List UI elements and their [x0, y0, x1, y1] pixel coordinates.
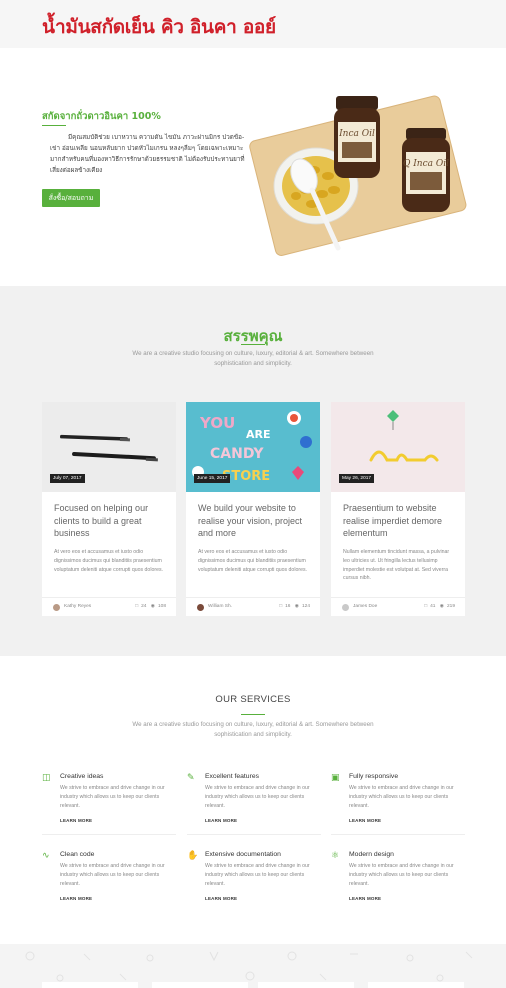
order-button[interactable]: สั่งซื้อ/สอบถาม — [42, 189, 100, 207]
card-stats: □ 24 ◉ 108 — [132, 604, 166, 609]
card-excerpt: Nullam elementum tincidunt massa, a pulv… — [343, 549, 450, 582]
features-subtitle: We are a creative studio focusing on cul… — [132, 350, 374, 367]
view-count: 108 — [157, 604, 166, 609]
pencil-icon: ✎ — [187, 772, 195, 782]
hero-underline — [42, 125, 66, 126]
services-subtitle: We are a creative studio focusing on cul… — [132, 721, 374, 738]
divider — [331, 834, 465, 835]
service-name: Modern design — [349, 851, 394, 858]
learn-more-link[interactable]: LEARN MORE — [205, 896, 237, 901]
card-date: July 07, 2017 — [50, 474, 85, 483]
eye-icon: ◉ — [439, 604, 444, 609]
learn-more-link[interactable]: LEARN MORE — [205, 818, 237, 823]
site-header: น้ำมันสกัดเย็น คิว อินคา ออย์ — [0, 0, 506, 48]
responsive-icon: ▣ — [331, 772, 340, 782]
hero-text: มีคุณสมบัติช่วย เบาหวาน ความดัน ไขมัน ภา… — [50, 134, 245, 174]
hand-icon: ✋ — [187, 850, 199, 860]
view-count: 219 — [446, 604, 455, 609]
card-title[interactable]: Praesentium to website realise imperdiet… — [343, 502, 457, 540]
footer-strip — [0, 944, 506, 988]
service-desc: We strive to embrace and drive change in… — [205, 863, 310, 887]
service-name: Creative ideas — [60, 773, 104, 780]
card-title[interactable]: Focused on helping our clients to build … — [54, 502, 168, 540]
svg-text:CANDY: CANDY — [210, 446, 264, 462]
svg-text:Inca Oil: Inca Oil — [338, 129, 375, 139]
card-footer: William Sh. □ 16 ◉ 124 — [186, 597, 320, 616]
blog-card[interactable]: May 26, 2017 Praesentium to website real… — [331, 402, 465, 616]
services-title: OUR SERVICES — [215, 694, 291, 705]
card-stats: □ 16 ◉ 124 — [276, 604, 310, 609]
service-desc: We strive to embrace and drive change in… — [60, 863, 165, 887]
card-excerpt: At vero eos et accusamus et iusto odio d… — [54, 549, 164, 573]
features-section: สรรพคุณ We are a creative studio focusin… — [0, 286, 506, 656]
eye-icon: ◉ — [294, 604, 299, 609]
decorative-pattern — [25, 951, 473, 988]
service-name: Excellent features — [205, 773, 260, 780]
card-author[interactable]: Kathy Reyes — [64, 604, 91, 609]
svg-text:ARE: ARE — [246, 428, 271, 441]
card-date: May 26, 2017 — [339, 474, 375, 483]
blog-card[interactable]: July 07, 2017 Focused on helping our cli… — [42, 402, 176, 616]
card-author[interactable]: William Sh. — [208, 604, 232, 609]
service-desc: We strive to embrace and drive change in… — [349, 785, 454, 809]
hero-heading: สกัดจากถั่วดาวอินคา 100% — [42, 111, 161, 122]
divider — [187, 834, 321, 835]
avatar — [53, 604, 60, 611]
service-desc: We strive to embrace and drive change in… — [60, 785, 165, 809]
card-title[interactable]: We build your website to realise your vi… — [198, 502, 312, 540]
card-author[interactable]: James Doe — [353, 604, 377, 609]
divider — [42, 834, 176, 835]
card-footer: Kathy Reyes □ 24 ◉ 108 — [42, 597, 176, 616]
services-section: OUR SERVICES We are a creative studio fo… — [0, 656, 506, 944]
pulse-icon: ∿ — [42, 850, 50, 860]
features-underline — [241, 344, 265, 345]
service-item: ✋ Extensive documentation We strive to e… — [187, 850, 321, 912]
avatar — [342, 604, 349, 611]
service-item: ⚛ Modern design We strive to embrace and… — [331, 850, 465, 912]
service-item: ∿ Clean code We strive to embrace and dr… — [42, 850, 176, 912]
product-image: Inca Oil Q Inca Oil — [249, 95, 467, 256]
card-excerpt: At vero eos et accusamus et iusto odio d… — [198, 549, 308, 573]
hero-section: สกัดจากถั่วดาวอินคา 100% มีคุณสมบัติช่วย… — [0, 48, 506, 286]
card-date: June 15, 2017 — [194, 474, 231, 483]
comment-icon: □ — [135, 604, 139, 609]
comment-count: 24 — [141, 604, 147, 609]
learn-more-link[interactable]: LEARN MORE — [60, 818, 92, 823]
learn-more-link[interactable]: LEARN MORE — [349, 896, 381, 901]
learn-more-link[interactable]: LEARN MORE — [60, 896, 92, 901]
svg-text:YOU: YOU — [199, 414, 235, 432]
comment-count: 16 — [285, 604, 291, 609]
service-item: ▣ Fully responsive We strive to embrace … — [331, 772, 465, 834]
eye-icon: ◉ — [150, 604, 155, 609]
service-name: Fully responsive — [349, 773, 399, 780]
card-stats: □ 41 ◉ 219 — [421, 604, 455, 609]
folder-icon: ◫ — [42, 772, 51, 782]
view-count: 124 — [301, 604, 310, 609]
site-title[interactable]: น้ำมันสกัดเย็น คิว อินคา ออย์ — [42, 12, 276, 42]
service-item: ◫ Creative ideas We strive to embrace an… — [42, 772, 176, 834]
blog-card[interactable]: YOU ARE CANDY STORE June 15, 2017 We bui… — [186, 402, 320, 616]
avatar — [197, 604, 204, 611]
svg-text:Q Inca Oil: Q Inca Oil — [403, 159, 449, 169]
comment-icon: □ — [279, 604, 283, 609]
card-footer: James Doe □ 41 ◉ 219 — [331, 597, 465, 616]
service-desc: We strive to embrace and drive change in… — [205, 785, 310, 809]
learn-more-link[interactable]: LEARN MORE — [349, 818, 381, 823]
comment-icon: □ — [424, 604, 428, 609]
service-name: Extensive documentation — [205, 851, 281, 858]
service-desc: We strive to embrace and drive change in… — [349, 863, 454, 887]
design-icon: ⚛ — [331, 850, 340, 860]
service-item: ✎ Excellent features We strive to embrac… — [187, 772, 321, 834]
services-underline — [241, 714, 265, 715]
comment-count: 41 — [430, 604, 436, 609]
service-name: Clean code — [60, 851, 95, 858]
